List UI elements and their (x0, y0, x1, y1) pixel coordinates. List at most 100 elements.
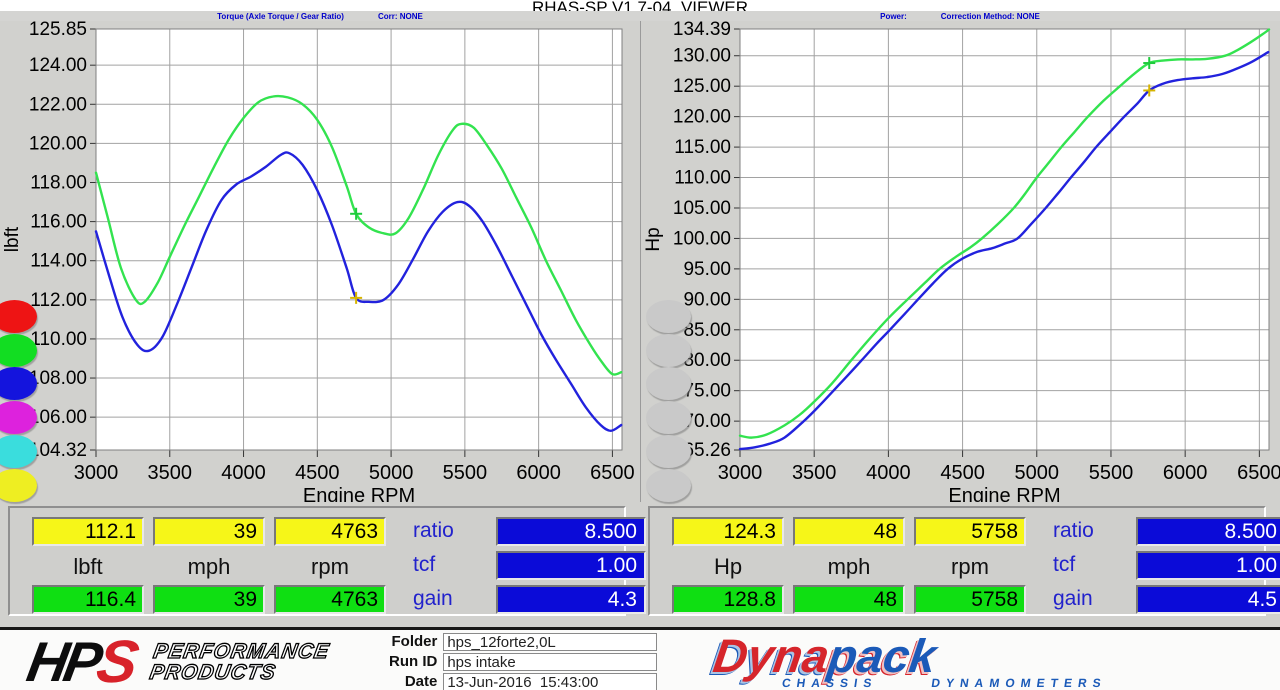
x-tick-label: 5000 (1015, 462, 1060, 484)
run-dot-gray-1[interactable] (646, 300, 691, 333)
plot-area (740, 29, 1269, 450)
hps-logo-s: S (93, 636, 142, 688)
window-title: RHAS-SP V1.7-04 VIEWER (532, 0, 748, 11)
y-tick-label: 106.00 (29, 407, 87, 428)
x-tick-label: 4000 (221, 462, 266, 484)
window-titlebar: RHAS-SP V1.7-04 VIEWER (0, 0, 1280, 11)
tcf-label: tcf (395, 551, 487, 580)
hps-logo-line1: Performance (152, 641, 331, 662)
y-tick-label: 90.00 (683, 289, 731, 310)
speed-unit-label: mph (793, 551, 905, 580)
cursor-readout-tables: 112.1 39 4763 ratio 8.500 lbft mph rpm t… (0, 502, 1280, 620)
speed-run1-value: 48 (793, 517, 905, 546)
dynapack-subtitle: CHASSIS DYNAMOMETERS (781, 676, 1108, 690)
x-axis-title: Engine RPM (303, 485, 415, 502)
power-chart-panel: 134.39130.00125.00120.00115.00110.00105.… (640, 21, 1280, 502)
dynapack-pack: pack (825, 629, 940, 682)
y-tick-label: 104.32 (29, 440, 87, 461)
run-dot-gray-3[interactable] (646, 367, 691, 400)
x-tick-label: 4500 (295, 462, 340, 484)
date-row: Date 13-Jun-2016 15:43:00 (375, 673, 657, 690)
y-tick-label: 125.00 (673, 76, 731, 97)
y-tick-label: 115.00 (674, 137, 731, 158)
speed-run2-value: 39 (153, 585, 265, 614)
gain-label: gain (395, 585, 487, 614)
y-tick-label: 85.00 (683, 320, 731, 341)
x-tick-label: 3000 (74, 462, 119, 484)
run-dot-gray-6[interactable] (646, 469, 691, 502)
power-correction-label: Correction Method: NONE (941, 12, 1040, 21)
footer-gap (0, 620, 1280, 627)
date-field[interactable]: 13-Jun-2016 15:43:00 (443, 673, 657, 690)
torque-correction-label: Corr: NONE (378, 12, 423, 21)
power-panel-header: Power: Correction Method: NONE (640, 11, 1280, 21)
y-tick-label: 110.00 (674, 168, 731, 189)
y-tick-label: 118.00 (30, 172, 87, 193)
footer: HP S Performance Products Folder hps_12f… (0, 627, 1280, 690)
folder-field[interactable]: hps_12forte2,0L (443, 633, 657, 651)
y-tick-label: 124.00 (29, 55, 87, 76)
y-tick-label: 114.00 (30, 251, 87, 272)
rpm-run1-value: 4763 (274, 517, 386, 546)
y-tick-label: 120.00 (673, 107, 731, 128)
ratio-value[interactable]: 8.500 (1136, 517, 1280, 546)
folder-row: Folder hps_12forte2,0L (375, 633, 657, 651)
torque-readout-table: 112.1 39 4763 ratio 8.500 lbft mph rpm t… (8, 506, 626, 616)
power-run1-value: 124.3 (672, 517, 784, 546)
rpm-unit-label: rpm (914, 551, 1026, 580)
plot-area (96, 29, 622, 450)
dynapack-dynamometers: DYNAMOMETERS (931, 676, 1108, 690)
ratio-label: ratio (395, 517, 487, 546)
run-info-fields: Folder hps_12forte2,0L Run ID hps intake… (375, 633, 657, 690)
x-tick-label: 3500 (792, 462, 837, 484)
tcf-label: tcf (1035, 551, 1127, 580)
rpm-run2-value: 5758 (914, 585, 1026, 614)
x-tick-label: 4000 (866, 462, 911, 484)
x-tick-label: 5000 (369, 462, 414, 484)
run-dot-gray-2[interactable] (646, 334, 691, 367)
run-dot-gray-4[interactable] (646, 401, 691, 434)
x-tick-label: 6000 (516, 462, 561, 484)
y-tick-label: 110.00 (30, 329, 87, 350)
x-tick-label: 5500 (443, 462, 488, 484)
power-readout-table: 124.3 48 5758 ratio 8.500 Hp mph rpm tcf… (648, 506, 1266, 616)
dynapack-wordmark: Dynapack (711, 634, 1114, 678)
charts-area: 125.85124.00122.00120.00118.00116.00114.… (0, 21, 1280, 502)
speed-run2-value: 48 (793, 585, 905, 614)
x-tick-label: 3000 (718, 462, 763, 484)
y-tick-label: 134.39 (673, 21, 731, 40)
y-axis-title: lbft (2, 226, 23, 252)
x-tick-label: 6500 (1237, 462, 1280, 484)
dynapack-logo: Dynapack CHASSIS DYNAMOMETERS (709, 634, 1114, 690)
hps-logo-line2: Products (148, 662, 327, 683)
torque-run1-value: 112.1 (32, 517, 144, 546)
hps-logo: HP S Performance Products (23, 636, 332, 688)
hps-logo-hp: HP (23, 636, 102, 688)
y-tick-label: 130.00 (673, 46, 731, 67)
x-tick-label: 5500 (1089, 462, 1134, 484)
hps-logo-words: Performance Products (148, 641, 331, 683)
power-unit-label: Hp (672, 551, 784, 580)
power-run2-value: 128.8 (672, 585, 784, 614)
rpm-run1-value: 5758 (914, 517, 1026, 546)
dynapack-chassis: CHASSIS (781, 676, 878, 690)
x-axis-title: Engine RPM (948, 485, 1060, 502)
x-tick-label: 3500 (148, 462, 193, 484)
tcf-value[interactable]: 1.00 (1136, 551, 1280, 580)
torque-chart[interactable]: 125.85124.00122.00120.00118.00116.00114.… (0, 21, 640, 502)
y-tick-label: 120.00 (29, 133, 87, 154)
power-chart[interactable]: 134.39130.00125.00120.00115.00110.00105.… (641, 21, 1280, 502)
y-tick-label: 108.00 (29, 368, 87, 389)
ratio-label: ratio (1035, 517, 1127, 546)
rpm-run2-value: 4763 (274, 585, 386, 614)
run-dot-gray-5[interactable] (646, 435, 691, 468)
gain-value[interactable]: 4.3 (496, 585, 646, 614)
runid-field[interactable]: hps intake (443, 653, 657, 671)
rpm-unit-label: rpm (274, 551, 386, 580)
gain-label: gain (1035, 585, 1127, 614)
ratio-value[interactable]: 8.500 (496, 517, 646, 546)
torque-unit-label: lbft (32, 551, 144, 580)
y-tick-label: 100.00 (673, 228, 731, 249)
gain-value[interactable]: 4.5 (1136, 585, 1280, 614)
tcf-value[interactable]: 1.00 (496, 551, 646, 580)
